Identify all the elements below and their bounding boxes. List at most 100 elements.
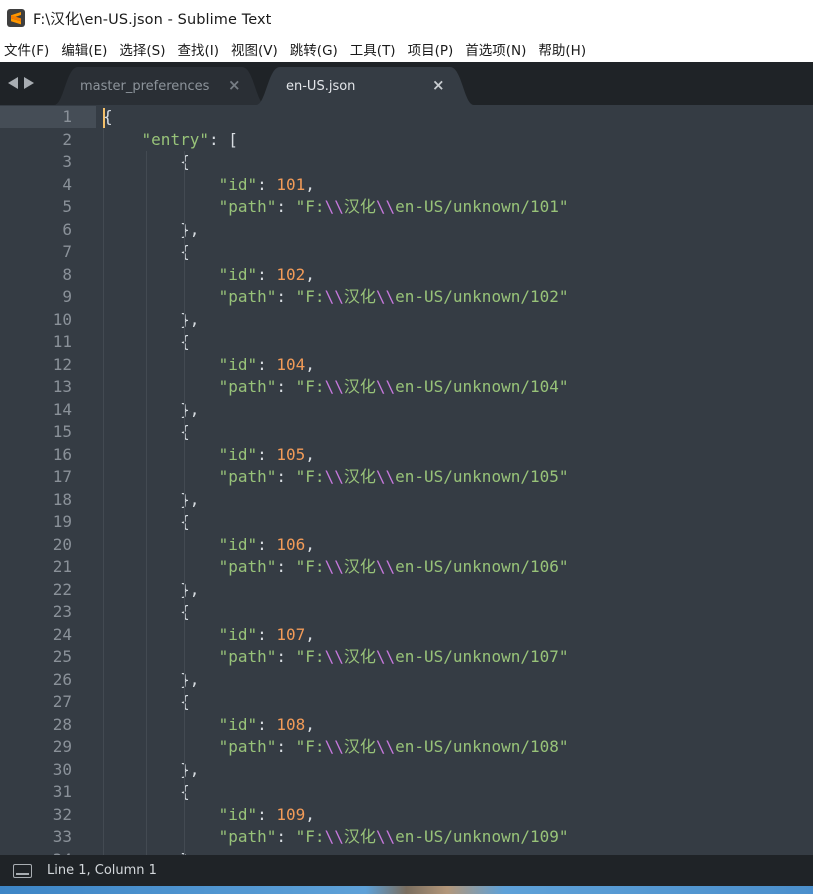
- code-token: },: [180, 399, 200, 419]
- code-token: "path": [218, 647, 277, 666]
- code-token: :: [276, 647, 296, 666]
- code-token: 108: [529, 737, 559, 756]
- code-token: 101: [529, 197, 559, 216]
- code-token: },: [180, 759, 200, 779]
- code-token: ": [295, 197, 306, 216]
- code-token: \\: [375, 647, 396, 666]
- panel-toggle-icon[interactable]: [13, 863, 32, 878]
- menu-item[interactable]: 跳转(G): [290, 39, 344, 59]
- code-token: \\: [375, 197, 396, 216]
- tab-en-us-json[interactable]: en-US.json ×: [256, 67, 474, 105]
- menu-item[interactable]: 项目(P): [408, 39, 460, 59]
- menu-item[interactable]: 工具(T): [350, 39, 402, 59]
- code-token: :: [257, 444, 277, 464]
- code-line: "path": "F:\\汉化\\en-US/unknown/108": [103, 736, 569, 759]
- code-token: ": [141, 129, 152, 149]
- code-token: "path": [218, 197, 277, 216]
- code-token: "path": [218, 467, 277, 486]
- code-editor[interactable]: 1 2 3 4 5 6 7 8 9 10 11 12 13 14 15 16 17 18 19 20 21 22 23 24 2…: [0, 105, 813, 855]
- code-token: :: [257, 804, 277, 824]
- line-number: 10: [52, 309, 72, 329]
- code-line: "id": 102,: [103, 264, 315, 287]
- code-token: 104: [529, 377, 559, 396]
- code-token: "path": [218, 827, 277, 846]
- menu-item[interactable]: 文件(F): [4, 39, 55, 59]
- menu-item[interactable]: 编辑(E): [61, 39, 113, 59]
- code-token: \\: [324, 287, 344, 306]
- code-token: \\: [324, 377, 344, 396]
- code-token: :: [276, 827, 296, 846]
- code-line: "path": "F:\\汉化\\en-US/unknown/106": [103, 556, 569, 579]
- menu-item[interactable]: 查找(I): [178, 39, 226, 59]
- line-number: 3: [62, 152, 72, 171]
- code-token: 102: [529, 287, 559, 306]
- code-token: en-US/unknown/: [395, 647, 530, 666]
- code-line: "id": 106,: [103, 534, 315, 557]
- close-icon[interactable]: ×: [228, 76, 241, 94]
- tab-master-preferences[interactable]: master_preferences ×: [54, 67, 266, 105]
- line-number-gutter: 1 2 3 4 5 6 7 8 9 10 11 12 13 14 15 16 17 18 19 20 21 22 23 24 2…: [0, 105, 96, 855]
- code-token: ": [558, 827, 569, 846]
- code-token: ,: [305, 714, 315, 734]
- line-number: 15: [52, 422, 72, 441]
- code-token: \\: [375, 467, 396, 486]
- code-token: ,: [305, 804, 315, 824]
- code-token: \\: [324, 827, 344, 846]
- code-token: "id": [218, 534, 258, 554]
- code-token: 109: [276, 804, 306, 824]
- code-line: "id": 107,: [103, 624, 315, 647]
- code-token: ": [558, 377, 569, 396]
- code-token: ,: [305, 444, 315, 464]
- code-token: 106: [276, 534, 306, 554]
- code-token: ": [558, 197, 569, 216]
- line-number: 24: [52, 624, 72, 644]
- code-token: 汉化: [343, 647, 376, 666]
- code-line: "id": 109,: [103, 804, 315, 827]
- line-number: 18: [52, 489, 72, 509]
- code-token: ": [558, 647, 569, 666]
- code-token: F:: [305, 557, 325, 576]
- code-token: 105: [529, 467, 559, 486]
- close-icon[interactable]: ×: [432, 76, 445, 94]
- title-bar: F:\汉化\en-US.json - Sublime Text: [0, 0, 813, 36]
- code-token: "id": [218, 174, 258, 194]
- chevron-right-icon[interactable]: [24, 77, 34, 89]
- code-token: },: [180, 489, 200, 509]
- code-line: "id": 108,: [103, 714, 315, 737]
- code-token: :: [257, 714, 277, 734]
- line-number: 14: [52, 399, 72, 419]
- line-number: 31: [52, 782, 72, 801]
- code-token: \\: [375, 737, 396, 756]
- indent-guide: [103, 128, 104, 855]
- code-token: \\: [375, 377, 396, 396]
- cursor-position: Line 1, Column 1: [47, 863, 157, 878]
- code-token: F:: [305, 377, 325, 396]
- code-token: :: [257, 174, 277, 194]
- desktop-background: [0, 886, 813, 894]
- code-token: ,: [305, 264, 315, 284]
- code-token: F:: [305, 197, 325, 216]
- code-token: F:: [305, 467, 325, 486]
- code-token: \\: [375, 827, 396, 846]
- tab-label: master_preferences: [80, 78, 210, 94]
- code-token: 106: [529, 557, 559, 576]
- chevron-left-icon[interactable]: [8, 77, 18, 89]
- code-token: },: [180, 579, 200, 599]
- line-number: 11: [52, 332, 72, 351]
- code-token: :: [257, 624, 277, 644]
- code-token: F:: [305, 647, 325, 666]
- line-number: 17: [52, 467, 72, 486]
- code-line: "path": "F:\\汉化\\en-US/unknown/107": [103, 646, 569, 669]
- code-token: "id": [218, 804, 258, 824]
- menu-item[interactable]: 首选项(N): [465, 39, 532, 59]
- code-token: 汉化: [343, 197, 376, 216]
- menu-item[interactable]: 帮助(H): [538, 39, 592, 59]
- code-area[interactable]: { "entry": [ { "id": 101, "path": "F:\\汉…: [103, 105, 813, 855]
- menu-item[interactable]: 选择(S): [119, 39, 171, 59]
- code-line: "path": "F:\\汉化\\en-US/unknown/105": [103, 466, 569, 489]
- line-number: 27: [52, 692, 72, 711]
- code-token: ": [295, 287, 306, 306]
- code-token: en-US/unknown/: [395, 377, 530, 396]
- menu-item[interactable]: 视图(V): [231, 39, 284, 59]
- code-token: 104: [276, 354, 306, 374]
